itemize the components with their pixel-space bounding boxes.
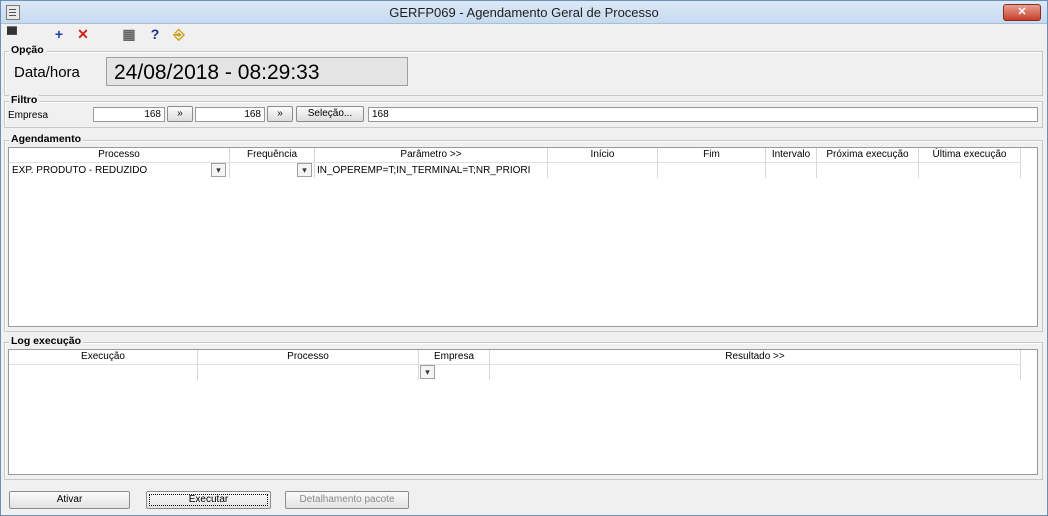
frequencia-dropdown-icon[interactable]: ▾ — [297, 163, 312, 177]
log-execucao-group: Log execução Execução Processo Empresa R… — [4, 335, 1043, 480]
log-execucao-label: Log execução — [9, 335, 84, 347]
col-processo[interactable]: Processo — [9, 148, 230, 162]
empresa-from-next-button[interactable]: » — [167, 106, 193, 122]
row-parametro-text: IN_OPEREMP=T;IN_TERMINAL=T;NR_PRIORI — [317, 165, 531, 176]
row-intervalo-cell[interactable] — [766, 162, 817, 178]
row-proxima-cell[interactable] — [817, 162, 919, 178]
col-ultima-execucao[interactable]: Última execução — [919, 148, 1021, 162]
close-button[interactable]: ✕ — [1003, 4, 1041, 21]
empresa-to-next-button[interactable]: » — [267, 106, 293, 122]
screen-icon[interactable]: ▀ — [4, 26, 20, 42]
datahora-field: 24/08/2018 - 08:29:33 — [106, 57, 408, 86]
empresa-to-input[interactable]: 168 — [195, 107, 265, 122]
row-processo-cell[interactable]: EXP. PRODUTO - REDUZIDO — [9, 162, 230, 178]
exit-icon[interactable]: ⎆ — [171, 26, 187, 42]
empresa-from-input[interactable]: 168 — [93, 107, 165, 122]
log-row-execucao-cell[interactable] — [9, 364, 198, 380]
toolbar: ▀ + ✕ ▦ ? ⎆ — [1, 24, 1047, 44]
selecao-button[interactable]: Seleção... — [296, 106, 364, 122]
title-bar: GERFP069 - Agendamento Geral de Processo… — [1, 1, 1047, 24]
empresa-label: Empresa — [8, 110, 49, 121]
row-parametro-cell[interactable]: IN_OPEREMP=T;IN_TERMINAL=T;NR_PRIORI — [315, 162, 548, 178]
log-row-resultado-cell[interactable] — [490, 364, 1021, 380]
col-proxima-execucao[interactable]: Próxima execução — [817, 148, 919, 162]
col-inicio[interactable]: Início — [548, 148, 658, 162]
ativar-button[interactable]: Ativar — [9, 491, 130, 509]
detalhamento-pacote-button[interactable]: Detalhamento pacote — [285, 491, 409, 509]
datahora-label: Data/hora — [14, 64, 80, 81]
delete-icon[interactable]: ✕ — [75, 26, 91, 42]
filtro-label: Filtro — [9, 94, 40, 106]
col-intervalo[interactable]: Intervalo — [766, 148, 817, 162]
filtro-group: Filtro Empresa 168 » 168 » Seleção... 16… — [4, 94, 1043, 128]
col-parametro[interactable]: Parâmetro >> — [315, 148, 548, 162]
opcao-label: Opção — [9, 44, 46, 56]
calendar-icon[interactable]: ▦ — [121, 26, 137, 42]
executar-button[interactable]: Executar — [146, 491, 271, 509]
col-frequencia[interactable]: Frequência — [230, 148, 315, 162]
agendamento-label: Agendamento — [9, 133, 84, 145]
opcao-group: Opção Data/hora 24/08/2018 - 08:29:33 — [4, 44, 1043, 96]
row-processo-text: EXP. PRODUTO - REDUZIDO — [12, 165, 148, 176]
add-icon[interactable]: + — [51, 26, 67, 42]
selecao-input[interactable]: 168 — [368, 107, 1038, 122]
processo-dropdown-icon[interactable]: ▾ — [211, 163, 226, 177]
main-window: GERFP069 - Agendamento Geral de Processo… — [0, 0, 1048, 516]
window-title: GERFP069 - Agendamento Geral de Processo — [389, 5, 659, 20]
log-grid[interactable]: Execução Processo Empresa Resultado >> ▾ — [8, 349, 1038, 475]
help-icon[interactable]: ? — [147, 26, 163, 42]
col-log-processo[interactable]: Processo — [198, 350, 419, 364]
row-fim-cell[interactable] — [658, 162, 766, 178]
log-row-processo-cell[interactable] — [198, 364, 419, 380]
col-execucao[interactable]: Execução — [9, 350, 198, 364]
agendamento-grid[interactable]: Processo Frequência Parâmetro >> Início … — [8, 147, 1038, 327]
log-row-empresa-cell[interactable] — [419, 364, 490, 380]
row-ultima-cell[interactable] — [919, 162, 1021, 178]
agendamento-group: Agendamento Processo Frequência Parâmetr… — [4, 133, 1043, 332]
col-empresa[interactable]: Empresa — [419, 350, 490, 364]
row-inicio-cell[interactable] — [548, 162, 658, 178]
col-fim[interactable]: Fim — [658, 148, 766, 162]
col-resultado[interactable]: Resultado >> — [490, 350, 1021, 364]
